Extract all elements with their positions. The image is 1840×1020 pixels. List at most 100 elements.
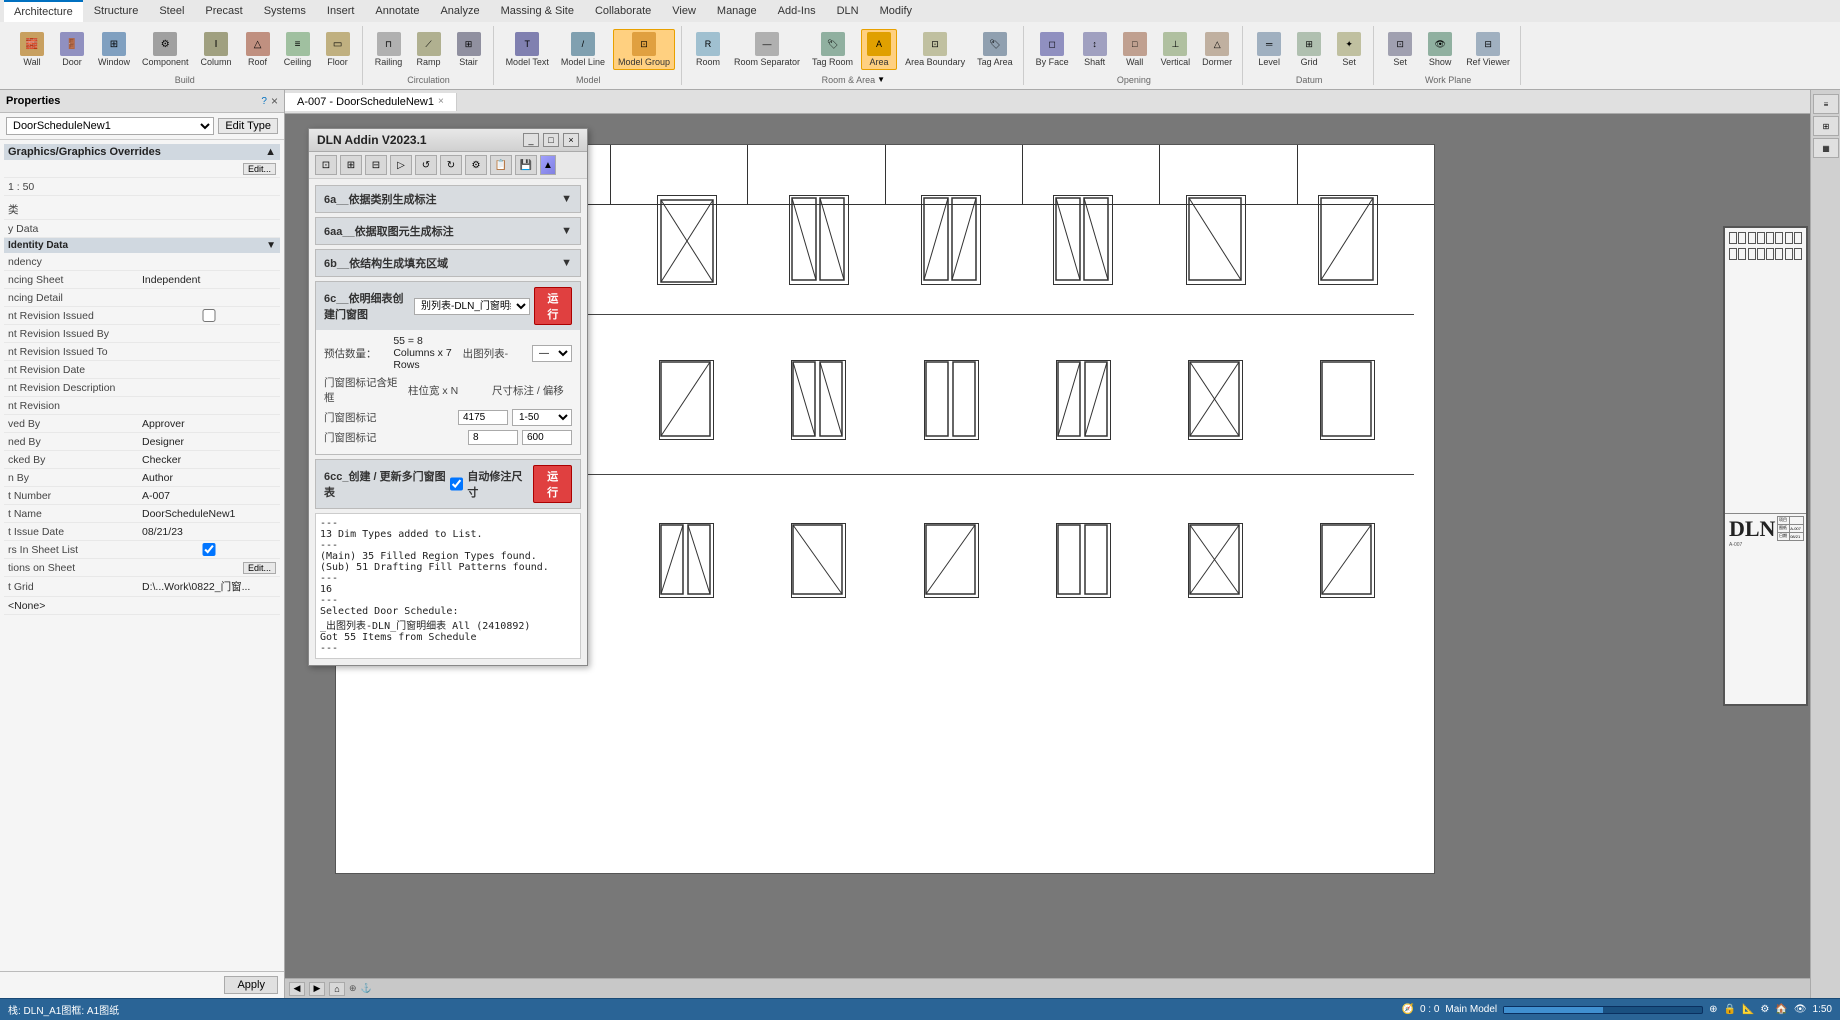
dln-scale-select[interactable]: 1-50 (512, 409, 572, 426)
views-on-sheet-edit-button[interactable]: Edit... (243, 562, 276, 574)
graphics-section-header[interactable]: Graphics/Graphics Overrides ▲ (4, 144, 280, 160)
canvas-tab-close[interactable]: × (438, 96, 444, 107)
vertical-button[interactable]: ⊥ Vertical (1157, 30, 1195, 69)
right-mini-btn-3[interactable]: ▦ (1813, 138, 1839, 158)
dln-offset-input[interactable] (522, 430, 572, 445)
tab-view[interactable]: View (662, 0, 706, 22)
roof-button[interactable]: △ Roof (240, 30, 276, 69)
identity-data-header[interactable]: Identity Data ▼ (4, 238, 280, 253)
area-button[interactable]: A Area (861, 29, 897, 70)
statusbar-left: 栈: DLN_A1图框: A1图纸 (8, 1002, 1393, 1017)
stair-button[interactable]: ⊞ Stair (451, 30, 487, 69)
dln-tool-7[interactable]: ⚙ (465, 155, 487, 175)
tab-modify[interactable]: Modify (870, 0, 922, 22)
dln-tool-9[interactable]: 💾 (515, 155, 537, 175)
dln-tool-6[interactable]: ↻ (440, 155, 462, 175)
dln-tool-8[interactable]: 📋 (490, 155, 512, 175)
tab-steel[interactable]: Steel (149, 0, 194, 22)
model-line-button[interactable]: / Model Line (557, 30, 609, 69)
dln-schedule-select[interactable]: 别列表-DLN_门窗明细 (414, 298, 530, 315)
window-button[interactable]: ⊞ Window (94, 30, 134, 69)
properties-close-btn[interactable]: × (271, 94, 278, 108)
canvas-tab-a007[interactable]: A-007 - DoorScheduleNew1 × (285, 93, 457, 111)
nav-next-button[interactable]: ▶ (309, 982, 325, 996)
column-button[interactable]: I Column (197, 30, 236, 69)
wall-button[interactable]: 🧱 Wall (14, 30, 50, 69)
tab-massing[interactable]: Massing & Site (491, 0, 584, 22)
rev-issued-row: nt Revision Issued (4, 307, 280, 325)
graphics-edit-button[interactable]: Edit... (243, 163, 276, 175)
tab-collaborate[interactable]: Collaborate (585, 0, 661, 22)
door-drawing-24 (1320, 523, 1375, 598)
workplane-set-button[interactable]: ⊡ Set (1382, 30, 1418, 69)
tab-manage[interactable]: Manage (707, 0, 767, 22)
grid-button[interactable]: ⊞ Grid (1291, 30, 1327, 69)
tab-systems[interactable]: Systems (254, 0, 316, 22)
dln-minimize-button[interactable]: _ (523, 133, 539, 147)
dln-tool-5[interactable]: ↺ (415, 155, 437, 175)
dln-section-6cc-run-button[interactable]: 运行 (533, 465, 572, 503)
dln-colwidth-input[interactable] (458, 410, 508, 425)
tab-insert[interactable]: Insert (317, 0, 365, 22)
model-group-button[interactable]: ⊡ Model Group (613, 29, 675, 70)
set-button[interactable]: ✦ Set (1331, 30, 1367, 69)
nav-prev-button[interactable]: ◀ (289, 982, 305, 996)
room-button[interactable]: R Room (690, 30, 726, 69)
dln-section-6a-header[interactable]: 6a__依据类别生成标注 ▼ (316, 186, 580, 212)
dormer-button[interactable]: △ Dormer (1198, 30, 1236, 69)
tab-analyze[interactable]: Analyze (430, 0, 489, 22)
tab-dln[interactable]: DLN (827, 0, 869, 22)
sheet-grid-label: t Grid (8, 581, 142, 593)
right-mini-btn-2[interactable]: ⊞ (1813, 116, 1839, 136)
ceiling-button[interactable]: ≡ Ceiling (280, 30, 316, 69)
door-button[interactable]: 🚪 Door (54, 30, 90, 69)
room-area-dropdown-icon[interactable]: ▼ (877, 75, 885, 84)
tab-precast[interactable]: Precast (195, 0, 252, 22)
dln-close-button[interactable]: × (563, 133, 579, 147)
dln-maximize-button[interactable]: □ (543, 133, 559, 147)
tab-addins[interactable]: Add-Ins (768, 0, 826, 22)
dln-tool-3[interactable]: ⊟ (365, 155, 387, 175)
edit-type-button[interactable]: Edit Type (218, 118, 278, 134)
left-panel-footer: Apply (0, 971, 284, 998)
tab-architecture[interactable]: Architecture (4, 0, 83, 22)
model-text-button[interactable]: T Model Text (502, 30, 553, 69)
dln-output-select[interactable]: — (532, 345, 572, 362)
wall-opening-button[interactable]: □ Wall (1117, 30, 1153, 69)
dln-auto-checkbox[interactable] (450, 477, 463, 491)
dln-section-6aa-label: 6aa__依据取图元生成标注 (324, 223, 454, 239)
room-separator-button[interactable]: — Room Separator (730, 30, 804, 69)
dln-tool-4[interactable]: ▷ (390, 155, 412, 175)
show-button[interactable]: 👁 Show (1422, 30, 1458, 69)
dln-section-6b-header[interactable]: 6b__依结构生成填充区域 ▼ (316, 250, 580, 276)
tag-area-button[interactable]: 🏷 Tag Area (973, 30, 1017, 69)
tab-structure[interactable]: Structure (84, 0, 149, 22)
ref-viewer-button[interactable]: ⊟ Ref Viewer (1462, 30, 1514, 69)
area-boundary-button[interactable]: ⊡ Area Boundary (901, 30, 969, 69)
floor-button[interactable]: ▭ Floor (320, 30, 356, 69)
railing-button[interactable]: ⊓ Railing (371, 30, 407, 69)
view-selector-dropdown[interactable]: DoorScheduleNew1 (6, 117, 214, 135)
rev-issued-to-row: nt Revision Issued To (4, 343, 280, 361)
by-face-button[interactable]: ◻ By Face (1032, 30, 1073, 69)
dln-section-6c-run-button[interactable]: 运行 (534, 287, 572, 325)
dln-tool-2[interactable]: ⊞ (340, 155, 362, 175)
graphics-section: Graphics/Graphics Overrides ▲ Edit... 1 … (4, 144, 280, 196)
level-button[interactable]: ═ Level (1251, 30, 1287, 69)
dln-section-6aa-header[interactable]: 6aa__依据取图元生成标注 ▼ (316, 218, 580, 244)
nav-home-button[interactable]: ⌂ (329, 982, 345, 996)
dln-toolbar: ⊡ ⊞ ⊟ ▷ ↺ ↻ ⚙ 📋 💾 ▲ (309, 152, 587, 179)
properties-help-link[interactable]: ? (261, 96, 267, 107)
tag-room-button[interactable]: 🏷 Tag Room (808, 30, 857, 69)
dln-section-6cc-header[interactable]: 6cc_创建 / 更新多门窗图表 自动修注尺寸 运行 (316, 460, 580, 508)
dln-tool-1[interactable]: ⊡ (315, 155, 337, 175)
apply-button[interactable]: Apply (224, 976, 278, 994)
tab-annotate[interactable]: Annotate (365, 0, 429, 22)
dln-section-6c-header[interactable]: 6c__依明细表创建门窗图 别列表-DLN_门窗明细 运行 (316, 282, 580, 330)
component-button[interactable]: ⚙ Component (138, 30, 193, 69)
right-mini-btn-1[interactable]: ≡ (1813, 94, 1839, 114)
dln-mark-input[interactable] (468, 430, 518, 445)
dln-tool-10[interactable]: ▲ (540, 155, 556, 175)
shaft-button[interactable]: ↕ Shaft (1077, 30, 1113, 69)
ramp-button[interactable]: ⟋ Ramp (411, 30, 447, 69)
